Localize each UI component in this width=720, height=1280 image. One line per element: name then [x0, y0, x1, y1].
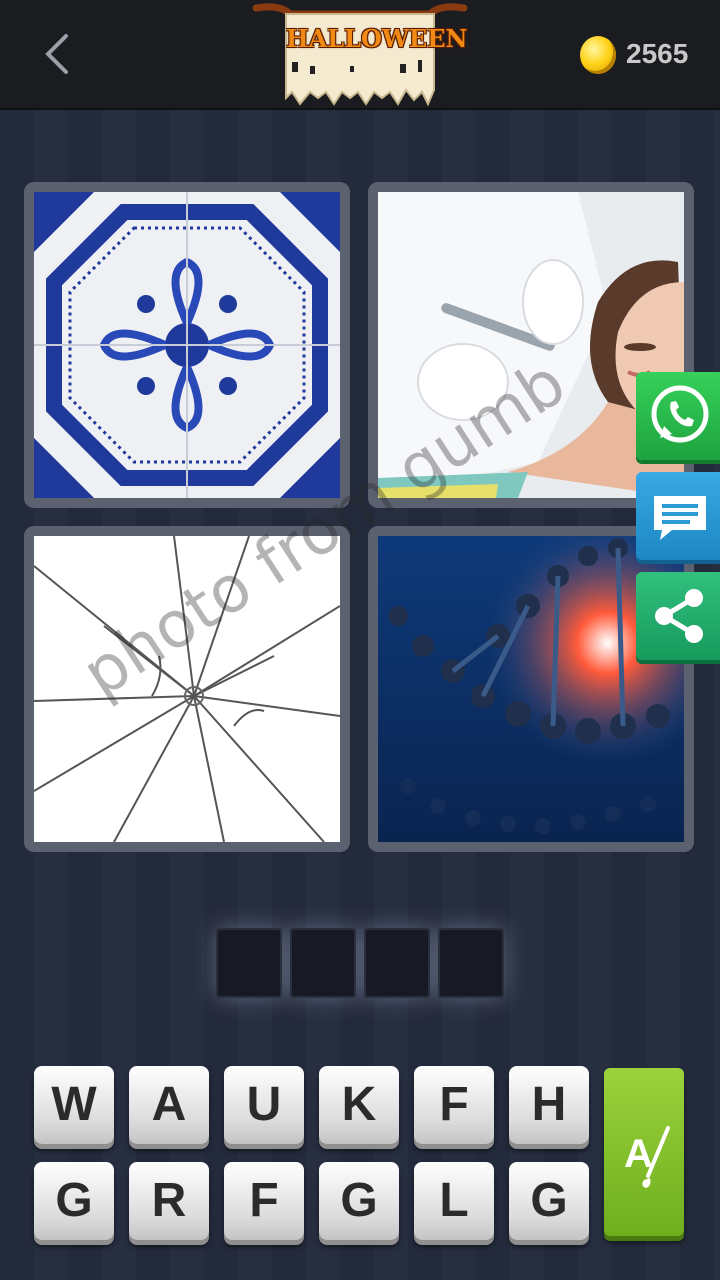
share-button[interactable]: [636, 572, 720, 660]
gold-coin-icon: [580, 36, 616, 74]
top-bar: HALLOWEEN 2565: [0, 0, 720, 110]
cracked-glass-image: [34, 536, 340, 842]
answer-slot-2[interactable]: [290, 928, 356, 998]
letter-key[interactable]: F: [414, 1066, 494, 1144]
halloween-banner: [252, 3, 468, 107]
letter-key[interactable]: R: [129, 1162, 209, 1240]
letter-key[interactable]: W: [34, 1066, 114, 1144]
banner-title: HALLOWEEN: [286, 24, 468, 53]
letter-key[interactable]: A: [129, 1066, 209, 1144]
letter-key[interactable]: H: [509, 1066, 589, 1144]
letter-key[interactable]: G: [319, 1162, 399, 1240]
letter-key[interactable]: U: [224, 1066, 304, 1144]
message-icon: [654, 496, 706, 540]
hint-button[interactable]: A: [604, 1068, 684, 1236]
back-button[interactable]: [30, 24, 86, 84]
puzzle-image-1[interactable]: [24, 182, 350, 508]
answer-slot-1[interactable]: [216, 928, 282, 998]
letter-key[interactable]: F: [224, 1162, 304, 1240]
magic-brush-icon: [642, 1126, 670, 1188]
coin-count: 2565: [626, 38, 689, 69]
letter-key[interactable]: G: [509, 1162, 589, 1240]
blue-ornamental-tile-image: [34, 192, 340, 498]
letter-key[interactable]: L: [414, 1162, 494, 1240]
whatsapp-icon: [651, 385, 709, 443]
share-icon: [655, 589, 703, 643]
answer-slot-4[interactable]: [438, 928, 504, 998]
answer-slot-3[interactable]: [364, 928, 430, 998]
answer-slots: [216, 928, 504, 1000]
puzzle-image-3[interactable]: [24, 526, 350, 852]
letter-key[interactable]: K: [319, 1066, 399, 1144]
letter-key[interactable]: G: [34, 1162, 114, 1240]
message-button[interactable]: [636, 472, 720, 560]
whatsapp-button[interactable]: [636, 372, 720, 460]
back-chevron-icon: [45, 34, 68, 74]
